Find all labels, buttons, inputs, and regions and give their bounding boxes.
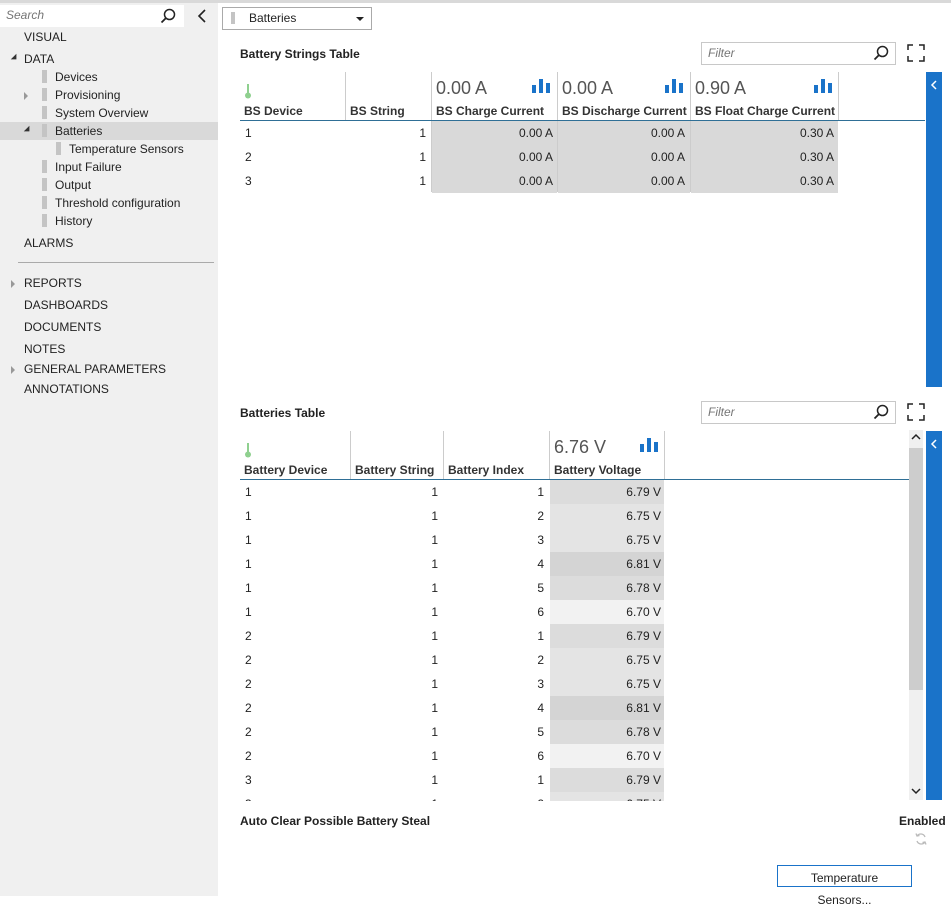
cell-battery-voltage: 6.75 V [626, 533, 661, 547]
scrollbar-thumb[interactable] [909, 448, 923, 690]
refresh-icon[interactable] [914, 832, 928, 846]
chevron-left-icon[interactable] [930, 439, 938, 449]
cell-battery-index: 3 [537, 677, 544, 691]
cell-battery-voltage: 6.79 V [626, 485, 661, 499]
cell-battery-device: 1 [245, 509, 252, 523]
cell-battery-device: 3 [245, 797, 252, 801]
cell-battery-string: 1 [351, 797, 438, 801]
cell-battery-string: 1 [431, 677, 438, 691]
batteries-scrollbar[interactable] [909, 430, 923, 800]
batteries-table-viewport: 1 1 1 6.79 V 1 1 2 6.75 V 1 1 3 6.75 V 1 1 4 6.81 V 1 1 5 6… [0, 0, 951, 801]
cell-battery-index: 4 [537, 701, 544, 715]
cell-battery-voltage: 6.78 V [626, 725, 661, 739]
cell-battery-voltage: 6.75 V [626, 677, 661, 691]
cell-battery-voltage: 6.79 V [626, 629, 661, 643]
cell-battery-voltage: 6.81 V [626, 557, 661, 571]
cell-battery-voltage: 6.75 V [626, 509, 661, 523]
temperature-sensors-button[interactable]: Temperature Sensors... [777, 865, 912, 907]
cell-battery-device: 2 [245, 701, 252, 715]
cell-battery-device: 1 [245, 533, 252, 547]
cell-battery-index: 1 [537, 773, 544, 787]
cell-battery-index: 5 [537, 725, 544, 739]
batteries-side-panel-toggle[interactable] [926, 431, 942, 800]
cell-battery-device: 1 [245, 557, 252, 571]
cell-battery-string: 1 [431, 533, 438, 547]
cell-battery-device: 2 [245, 629, 252, 643]
cell-battery-index: 2 [537, 509, 544, 523]
auto-clear-label: Auto Clear Possible Battery Steal [240, 814, 431, 828]
cell-battery-device: 2 [245, 677, 252, 691]
cell-battery-index: 2 [537, 653, 544, 667]
cell-battery-index: 4 [537, 557, 544, 571]
cell-battery-string: 1 [431, 485, 438, 499]
cell-battery-index: 3 [537, 533, 544, 547]
cell-battery-voltage: 6.81 V [626, 701, 661, 715]
cell-battery-index: 5 [537, 581, 544, 595]
cell-battery-voltage: 6.79 V [626, 773, 661, 787]
cell-battery-index: 1 [537, 485, 544, 499]
cell-battery-device: 2 [245, 749, 252, 763]
cell-battery-string: 1 [431, 653, 438, 667]
cell-battery-device: 1 [245, 581, 252, 595]
cell-battery-index: 6 [537, 605, 544, 619]
cell-battery-index: 1 [537, 629, 544, 643]
cell-battery-voltage: 6.75 V [626, 653, 661, 667]
cell-battery-voltage: 6.70 V [626, 749, 661, 763]
cell-battery-voltage: 6.78 V [626, 581, 661, 595]
cell-battery-index: 6 [537, 749, 544, 763]
cell-battery-string: 1 [431, 605, 438, 619]
cell-battery-string: 1 [431, 701, 438, 715]
cell-battery-string: 1 [431, 557, 438, 571]
scroll-down-icon[interactable] [911, 787, 921, 795]
cell-battery-device: 2 [245, 653, 252, 667]
cell-battery-string: 1 [431, 773, 438, 787]
cell-battery-index: 2 [444, 797, 544, 801]
cell-battery-string: 1 [431, 629, 438, 643]
scroll-up-icon[interactable] [911, 433, 921, 441]
cell-battery-string: 1 [431, 509, 438, 523]
cell-battery-device: 1 [245, 605, 252, 619]
cell-battery-voltage: 6.70 V [626, 605, 661, 619]
cell-battery-string: 1 [431, 749, 438, 763]
cell-battery-device: 1 [245, 485, 252, 499]
cell-battery-device: 2 [245, 725, 252, 739]
auto-clear-status: Enabled [899, 814, 946, 828]
cell-battery-string: 1 [431, 581, 438, 595]
cell-battery-voltage: 6.75 V [550, 797, 661, 801]
cell-battery-string: 1 [431, 725, 438, 739]
cell-battery-device: 3 [245, 773, 252, 787]
